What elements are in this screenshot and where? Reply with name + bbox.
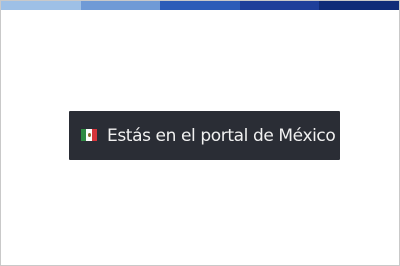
portal-country-badge[interactable]: Estás en el portal de México <box>69 111 340 160</box>
flag-stripe-red <box>91 129 97 141</box>
portal-badge-text: Estás en el portal de México <box>107 125 336 146</box>
stripe-segment-2 <box>80 1 161 10</box>
stripe-segment-4 <box>239 1 320 10</box>
flag-stripe-white <box>86 129 92 141</box>
page-frame: Estás en el portal de México <box>0 0 400 266</box>
top-color-stripe <box>1 1 399 10</box>
stripe-segment-1 <box>1 1 81 10</box>
stripe-segment-3 <box>160 1 240 10</box>
mexico-flag-icon <box>81 129 97 141</box>
stripe-segment-5 <box>319 1 399 10</box>
